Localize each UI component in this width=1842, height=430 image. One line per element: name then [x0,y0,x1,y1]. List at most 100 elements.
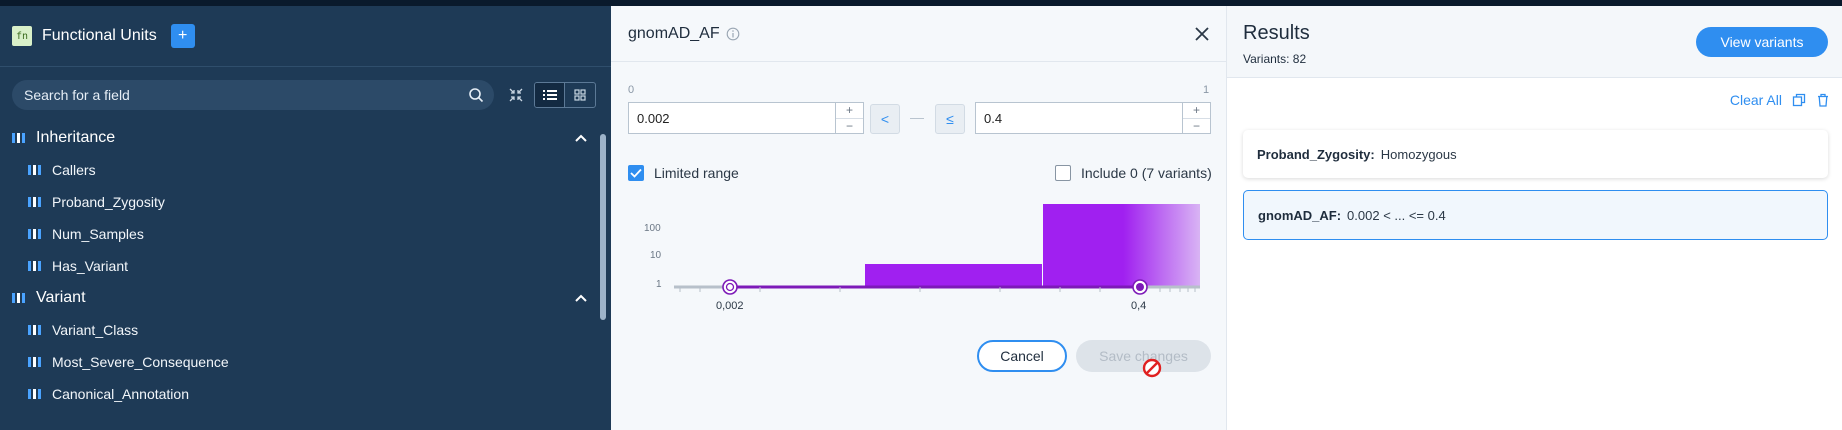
filter-value: 0.002 < ... <= 0.4 [1347,207,1446,223]
include-zero-label: Include 0 (7 variants) [1081,165,1212,181]
lower-decrement-button[interactable]: − [836,119,863,134]
field-label: Has_Variant [52,258,129,274]
clear-all-link[interactable]: Clear All [1730,92,1782,108]
panel-header: fn Functional Units + [0,6,611,67]
copy-icon[interactable] [1792,93,1806,107]
field-item[interactable]: Variant_Class [0,314,611,346]
category-variant[interactable]: Variant [0,282,611,314]
panel-title: Functional Units [42,27,157,44]
filter-card-selected[interactable]: gnomAD_AF: 0.002 < ... <= 0.4 [1243,190,1828,240]
range-dash [910,118,924,119]
search-icon[interactable] [468,87,484,103]
search-placeholder: Search for a field [24,87,130,103]
not-allowed-cursor-icon [1142,358,1162,378]
lower-increment-button[interactable]: + [836,103,863,119]
upper-decrement-button[interactable]: − [1183,119,1210,134]
field-icon [28,229,41,239]
upper-bound-value: 0.4 [984,110,1003,126]
list-icon [542,90,557,100]
category-icon [12,293,25,303]
y-tick-label: 10 [650,250,662,261]
upper-operator-button[interactable]: ≤ [935,104,965,134]
functional-units-icon: fn [12,26,32,46]
collapse-all-icon[interactable] [508,87,524,103]
field-icon [28,357,41,367]
lower-operator-button[interactable]: < [870,104,900,134]
field-label: Canonical_Annotation [52,386,189,402]
category-label: Inheritance [36,129,116,146]
field-icon [28,197,41,207]
filter-card[interactable]: Proband_Zygosity: Homozygous [1243,130,1828,178]
lower-bound-input[interactable]: 0.002 + − [628,102,864,134]
lower-bound-value: 0.002 [637,110,670,126]
clear-row: Clear All [1730,92,1830,108]
field-icon [28,389,41,399]
range-max-label: 1 [1203,84,1210,96]
list-view-button[interactable] [535,83,565,107]
chevron-up-icon[interactable] [574,131,588,145]
field-item[interactable]: Most_Severe_Consequence [0,346,611,378]
include-zero-checkbox[interactable] [1055,165,1071,181]
filter-title: gnomAD_AF [628,24,720,42]
filter-panel: gnomAD_AF 0 1 0.002 + − < ≤ 0.4 + − Limi… [611,6,1226,430]
field-icon [28,165,41,175]
grid-icon [574,89,586,101]
field-item[interactable]: Callers [0,154,611,186]
limited-range-checkbox[interactable] [628,165,644,181]
scrollbar[interactable] [600,134,606,320]
info-icon[interactable] [726,27,740,41]
view-variants-button[interactable]: View variants [1696,27,1828,57]
limited-range-label: Limited range [654,165,739,181]
upper-bound-input[interactable]: 0.4 + − [975,102,1211,134]
limited-range-toggle[interactable]: Limited range [628,165,739,181]
add-unit-button[interactable]: + [170,24,195,48]
histogram-bar [865,264,1042,286]
upper-slider-handle[interactable] [1132,279,1148,295]
field-item[interactable]: Has_Variant [0,250,611,282]
chevron-up-icon[interactable] [574,291,588,305]
filter-value: Homozygous [1380,146,1457,162]
filter-header: gnomAD_AF [611,6,1226,62]
trash-icon[interactable] [1816,93,1830,107]
results-header: Results Variants: 82 View variants [1227,6,1842,78]
results-panel: Results Variants: 82 View variants Clear… [1226,6,1842,430]
range-min-label: 0 [628,84,635,96]
category-inheritance[interactable]: Inheritance [0,122,611,154]
field-label: Num_Samples [52,226,144,242]
search-row: Search for a field [0,74,611,116]
filter-name: Proband_Zygosity: [1257,146,1375,162]
field-item[interactable]: Num_Samples [0,218,611,250]
field-label: Proband_Zygosity [52,194,165,210]
field-item[interactable]: Proband_Zygosity [0,186,611,218]
close-icon[interactable] [1194,26,1210,42]
field-label: Most_Severe_Consequence [52,354,229,370]
search-input[interactable]: Search for a field [12,80,494,110]
results-title: Results [1243,22,1310,44]
upper-stepper: + − [1182,103,1210,133]
histogram-bar [1043,204,1200,286]
lower-marker-label: 0,002 [716,300,744,312]
include-zero-toggle[interactable]: Include 0 (7 variants) [1055,165,1212,181]
variants-count: Variants: 82 [1243,52,1307,66]
filter-name: gnomAD_AF: [1258,207,1342,223]
field-icon [28,325,41,335]
y-tick-label: 100 [644,223,661,234]
field-tree: Inheritance Callers Proband_Zygosity Num… [0,122,611,422]
histogram: 100 10 1 0,002 0,4 [644,204,1200,312]
field-icon [28,261,41,271]
check-icon [630,168,642,178]
grid-view-button[interactable] [565,83,595,107]
view-toggle [534,82,596,108]
category-label: Variant [36,289,86,306]
upper-increment-button[interactable]: + [1183,103,1210,119]
upper-marker-label: 0,4 [1131,300,1146,312]
lower-stepper: + − [835,103,863,133]
y-tick-label: 1 [656,279,662,290]
field-label: Variant_Class [52,322,139,338]
field-label: Callers [52,162,96,178]
cancel-button[interactable]: Cancel [977,340,1067,372]
lower-slider-handle[interactable] [722,279,738,295]
field-item[interactable]: Canonical_Annotation [0,378,611,410]
category-icon [12,133,25,143]
functional-units-panel: fn Functional Units + Search for a field… [0,6,611,430]
